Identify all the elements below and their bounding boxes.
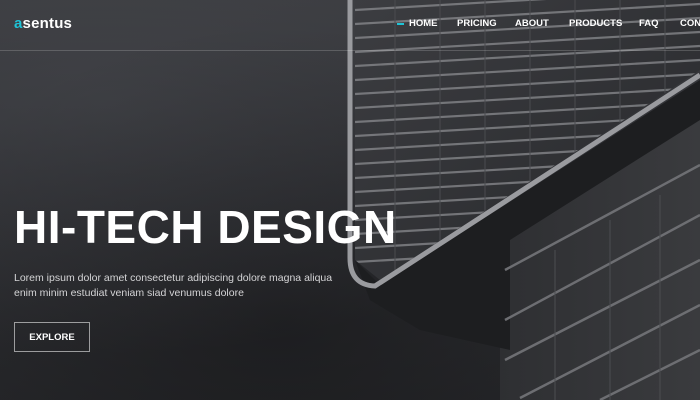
nav-products[interactable]: PRODUCTS: [569, 18, 622, 29]
nav-faq-label: FAQ: [639, 18, 659, 29]
hero-subtext-line-2: enim minim estudiat veniam siad venumus …: [14, 287, 244, 299]
nav-products-label: PRODUCTS: [569, 18, 623, 29]
hero-section: asentus HOME PRICING ABOUT PRODUCTS FAQ …: [0, 0, 700, 400]
brand-logo[interactable]: asentus: [14, 15, 72, 32]
nav-pricing[interactable]: PRICING: [457, 18, 497, 29]
top-navbar: asentus HOME PRICING ABOUT PRODUCTS FAQ …: [0, 0, 700, 51]
nav-contact-label: CONT: [680, 18, 700, 29]
hero-headline: HI-TECH DESIGN: [14, 201, 397, 253]
hero-subtext: Lorem ipsum dolor amet consectetur adipi…: [14, 271, 344, 301]
nav-about[interactable]: ABOUT: [515, 18, 549, 29]
hero-subtext-line-1: Lorem ipsum dolor amet consectetur adipi…: [14, 272, 333, 284]
active-indicator: [397, 23, 404, 25]
nav-home-label: HOME: [409, 18, 438, 29]
building-background-image: [347, 0, 700, 400]
nav-faq[interactable]: FAQ: [639, 18, 659, 29]
nav-home[interactable]: HOME: [397, 18, 438, 29]
logo-text: sentus: [22, 15, 73, 32]
explore-button[interactable]: EXPLORE: [14, 322, 90, 352]
nav-pricing-label: PRICING: [457, 18, 497, 29]
logo-accent-letter: a: [14, 15, 23, 32]
nav-about-label: ABOUT: [515, 18, 549, 29]
nav-contact[interactable]: CONT: [680, 18, 700, 29]
